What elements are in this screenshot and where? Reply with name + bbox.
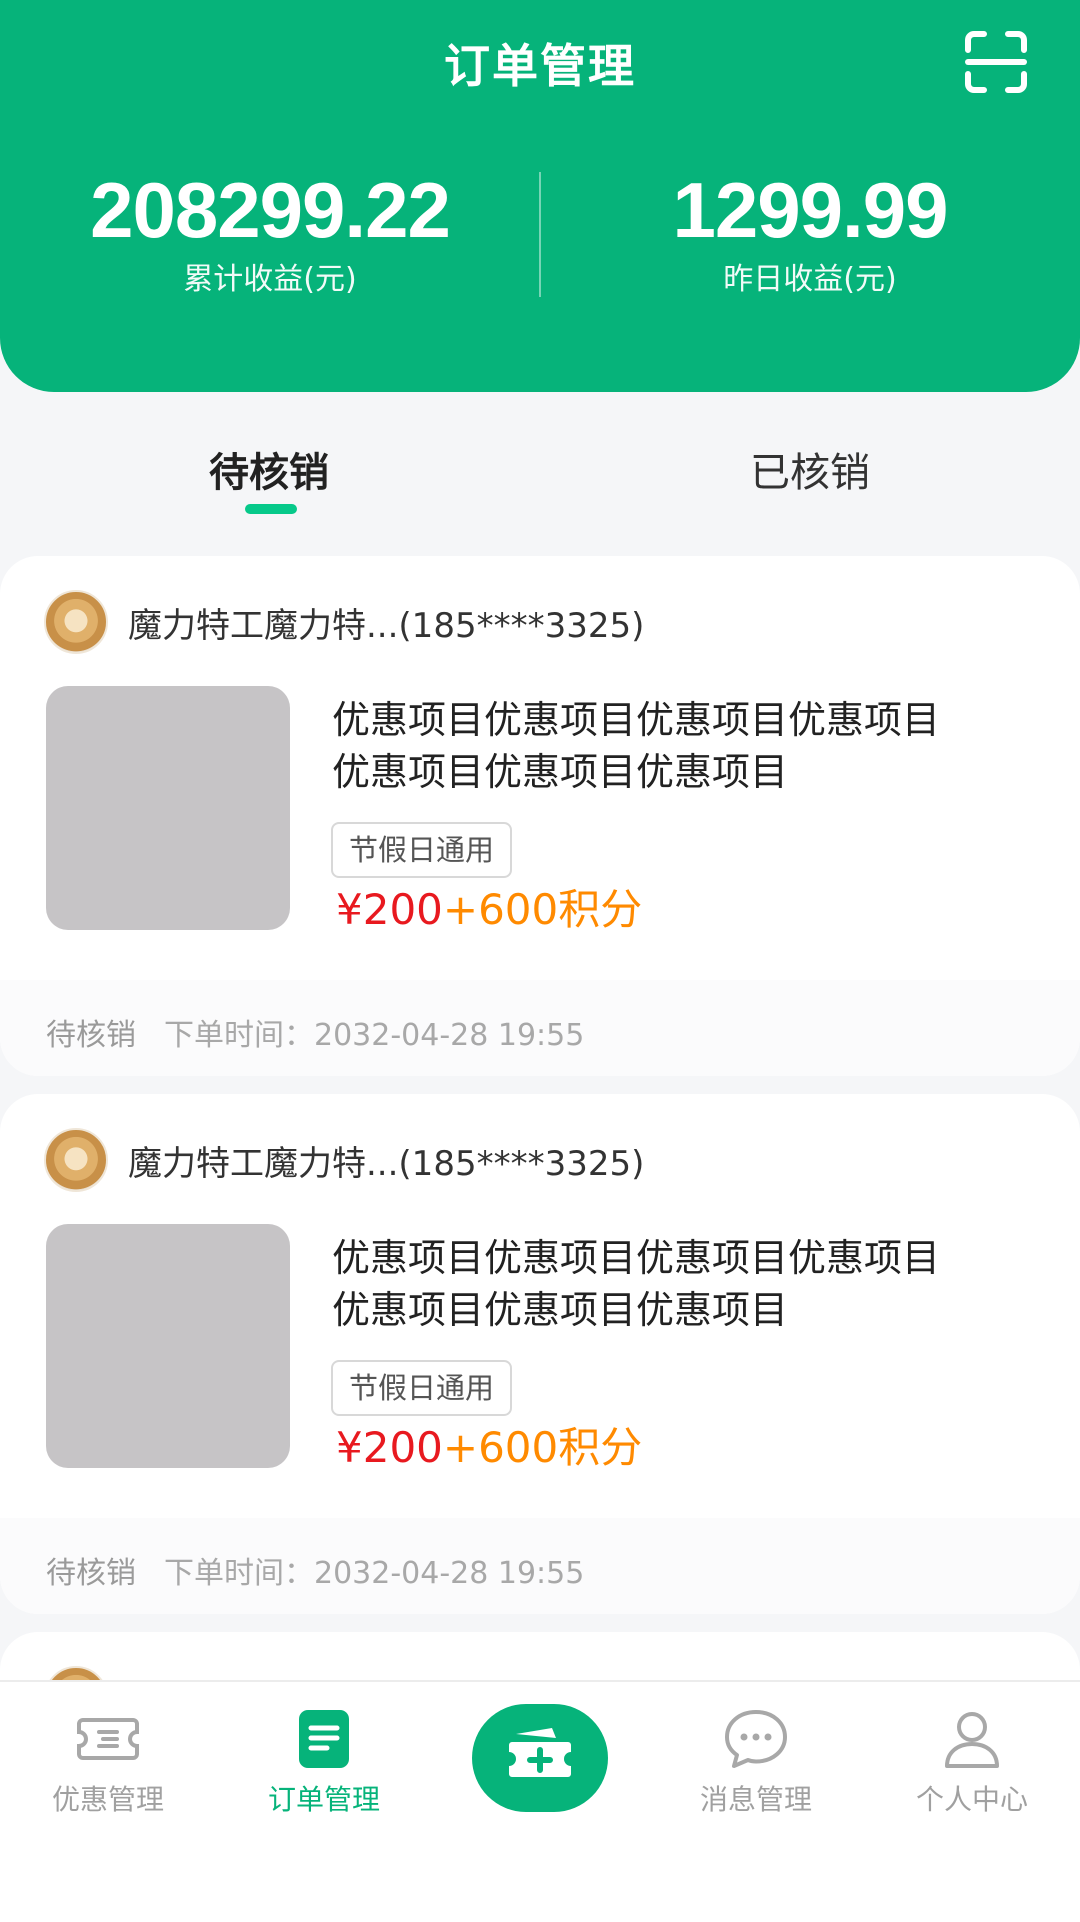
order-user: 魔力特工魔力特...(185****3325) bbox=[44, 590, 644, 654]
product-thumbnail bbox=[46, 1224, 290, 1468]
price-points: +600积分 bbox=[442, 1423, 643, 1472]
bottom-tab-bar: 优惠管理 订单管理 消息管理 个人中心 bbox=[0, 1680, 1080, 1922]
yesterday-earnings: 1299.99 昨日收益(元) bbox=[540, 168, 1080, 298]
product-thumbnail bbox=[46, 686, 290, 930]
price-points: +600积分 bbox=[442, 885, 643, 934]
avatar bbox=[44, 590, 108, 654]
order-user: 魔力特工魔力特...(185****3325) bbox=[44, 1128, 644, 1192]
tabbar-item-profile[interactable]: 个人中心 bbox=[864, 1704, 1080, 1818]
order-card[interactable]: 魔力特工魔力特...(185****3325) 优惠项目优惠项目优惠项目优惠项目… bbox=[0, 1094, 1080, 1614]
order-footer: 待核销 下单时间：2032-04-28 19:55 bbox=[0, 980, 1080, 1076]
add-ticket-button[interactable] bbox=[472, 1704, 608, 1812]
tab-completed[interactable]: 已核销 bbox=[540, 440, 1080, 498]
tabbar-label: 优惠管理 bbox=[51, 1783, 164, 1816]
tabbar-label: 订单管理 bbox=[267, 1783, 380, 1816]
order-status: 待核销 bbox=[46, 1556, 136, 1591]
total-earnings: 208299.22 累计收益(元) bbox=[0, 168, 540, 298]
avatar bbox=[44, 1128, 108, 1192]
tab-pending[interactable]: 待核销 bbox=[0, 440, 539, 498]
order-card[interactable]: 魔力特工魔力特...(185****3325) 优惠项目优惠项目优惠项目优惠项目… bbox=[0, 556, 1080, 1076]
header-panel: 订单管理 208299.22 累计收益(元) 1299.99 昨日收益(元) bbox=[0, 0, 1080, 392]
order-time: 下单时间：2032-04-28 19:55 bbox=[164, 1018, 585, 1053]
user-icon bbox=[937, 1704, 1007, 1774]
yesterday-earnings-value: 1299.99 bbox=[672, 166, 949, 254]
order-footer: 待核销 下单时间：2032-04-28 19:55 bbox=[0, 1518, 1080, 1614]
order-time: 下单时间：2032-04-28 19:55 bbox=[164, 1556, 585, 1591]
price: ¥200+600积分 bbox=[336, 1420, 642, 1476]
order-status: 待核销 bbox=[46, 1018, 136, 1053]
tab-active-indicator bbox=[245, 504, 297, 514]
add-ticket-icon bbox=[509, 1728, 571, 1777]
usage-tag: 节假日通用 bbox=[331, 822, 513, 878]
chat-bubble-icon bbox=[721, 1704, 791, 1774]
user-name: 魔力特工魔力特...(185****3325) bbox=[128, 605, 645, 646]
tabbar-label: 消息管理 bbox=[699, 1783, 812, 1816]
user-name: 魔力特工魔力特...(185****3325) bbox=[128, 1143, 645, 1184]
status-tabs: 待核销 已核销 bbox=[0, 418, 1080, 518]
total-earnings-value: 208299.22 bbox=[90, 166, 451, 254]
price: ¥200+600积分 bbox=[336, 882, 642, 938]
tabbar-label: 个人中心 bbox=[915, 1783, 1028, 1816]
yesterday-earnings-label: 昨日收益(元) bbox=[723, 262, 897, 297]
ticket-icon bbox=[73, 1704, 143, 1774]
total-earnings-label: 累计收益(元) bbox=[183, 262, 357, 297]
tabbar-item-messages[interactable]: 消息管理 bbox=[648, 1704, 864, 1818]
product-title: 优惠项目优惠项目优惠项目优惠项目优惠项目优惠项目优惠项目 bbox=[332, 698, 941, 794]
tabbar-item-orders[interactable]: 订单管理 bbox=[216, 1704, 432, 1818]
order-doc-icon bbox=[289, 1704, 359, 1774]
price-amount: ¥200 bbox=[336, 1423, 443, 1472]
page-title: 订单管理 bbox=[444, 39, 636, 93]
price-amount: ¥200 bbox=[336, 885, 443, 934]
product-title: 优惠项目优惠项目优惠项目优惠项目优惠项目优惠项目优惠项目 bbox=[332, 1236, 941, 1332]
usage-tag: 节假日通用 bbox=[331, 1360, 513, 1416]
scan-icon[interactable] bbox=[964, 30, 1028, 94]
tabbar-item-coupons[interactable]: 优惠管理 bbox=[0, 1704, 216, 1818]
